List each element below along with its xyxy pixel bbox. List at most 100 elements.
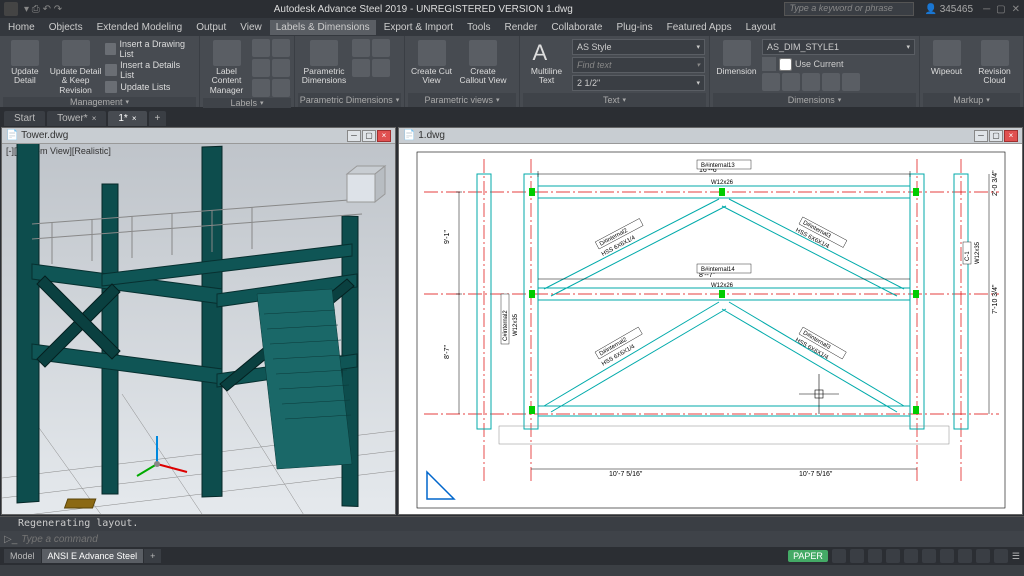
pane-minimize-icon[interactable]: ─: [974, 130, 988, 142]
update-lists[interactable]: Update Lists: [105, 81, 195, 93]
ribbon-tabs: Home Objects Extended Modeling Output Vi…: [0, 18, 1024, 36]
status-icon[interactable]: [904, 549, 918, 563]
label-icon[interactable]: [252, 59, 270, 77]
pane-minimize-icon[interactable]: ─: [347, 130, 361, 142]
command-history: Regenerating layout.: [0, 517, 1024, 531]
menu-layout[interactable]: Layout: [740, 20, 782, 35]
status-icon[interactable]: [832, 549, 846, 563]
svg-text:W12x26: W12x26: [711, 283, 734, 289]
wipeout-button[interactable]: Wipeout: [924, 39, 969, 77]
dim-icon[interactable]: [372, 59, 390, 77]
status-icon[interactable]: [976, 549, 990, 563]
viewport-2d[interactable]: 16'--6" 8'--7" 9'-1" 8'-7" 10'-7 5/16" 1…: [399, 144, 1022, 514]
label-icon[interactable]: [272, 59, 290, 77]
dim-tool-icon[interactable]: [762, 73, 780, 91]
create-cut-view-button[interactable]: Create Cut View: [409, 39, 454, 87]
multiline-text-button[interactable]: AMultiline Text: [524, 39, 569, 87]
doc-tab-start[interactable]: Start: [4, 111, 45, 126]
close-icon[interactable]: ✕: [1012, 4, 1020, 15]
menu-labels-dimensions[interactable]: Labels & Dimensions: [270, 20, 376, 35]
ribbon: Update Detail Update Detail & Keep Revis…: [0, 36, 1024, 108]
parametric-dimensions-button[interactable]: Parametric Dimensions: [299, 39, 349, 87]
signin[interactable]: 👤 345465: [924, 4, 973, 15]
command-input[interactable]: [21, 534, 1020, 545]
panel-parametric-dimensions[interactable]: Parametric Dimensions: [298, 93, 401, 107]
menu-view[interactable]: View: [234, 20, 268, 35]
new-tab-button[interactable]: +: [149, 111, 167, 126]
find-text-input[interactable]: Find text: [572, 57, 705, 73]
minimize-icon[interactable]: ─: [983, 4, 990, 15]
insert-drawing-list[interactable]: Insert a Drawing List: [105, 39, 195, 59]
menu-home[interactable]: Home: [2, 20, 41, 35]
revision-cloud-button[interactable]: Revision Cloud: [972, 39, 1017, 87]
use-current-checkbox[interactable]: [779, 58, 792, 71]
panel-markup[interactable]: Markup: [923, 93, 1020, 107]
status-icon[interactable]: [922, 549, 936, 563]
dimension-button[interactable]: Dimension: [714, 39, 759, 77]
pane-title-left: 📄 Tower.dwg: [6, 130, 68, 141]
text-height-dropdown[interactable]: 2 1/2": [572, 75, 705, 91]
menu-export-import[interactable]: Export & Import: [378, 20, 459, 35]
doc-tab-tower[interactable]: Tower*×: [47, 111, 106, 126]
status-bar: Model ANSI E Advance Steel + PAPER ☰: [0, 547, 1024, 565]
layout-tab-ansi[interactable]: ANSI E Advance Steel: [42, 549, 144, 563]
svg-text:7'-10 3/4": 7'-10 3/4": [992, 284, 999, 314]
pane-close-icon[interactable]: ×: [377, 130, 391, 142]
panel-labels[interactable]: Labels: [203, 98, 291, 108]
panel-dimensions[interactable]: Dimensions: [713, 93, 916, 107]
status-icon[interactable]: [850, 549, 864, 563]
dim-tool-icon[interactable]: [842, 73, 860, 91]
text-style-dropdown[interactable]: AS Style: [572, 39, 705, 55]
dim-tool-icon[interactable]: [802, 73, 820, 91]
pane-maximize-icon[interactable]: ▢: [362, 130, 376, 142]
menu-featured[interactable]: Featured Apps: [661, 20, 738, 35]
status-icon[interactable]: [940, 549, 954, 563]
insert-details-list[interactable]: Insert a Details List: [105, 60, 195, 80]
menu-output[interactable]: Output: [190, 20, 232, 35]
pane-2d: 📄 1.dwg ─▢×: [398, 127, 1023, 515]
menu-render[interactable]: Render: [499, 20, 544, 35]
viewport-3d[interactable]: [-][Custom View][Realistic]: [2, 144, 395, 514]
status-icon[interactable]: [886, 549, 900, 563]
dim-icon[interactable]: [352, 59, 370, 77]
status-icon[interactable]: [868, 549, 882, 563]
app-logo-icon[interactable]: [4, 2, 18, 16]
status-icon[interactable]: [994, 549, 1008, 563]
dim-tool-icon[interactable]: [822, 73, 840, 91]
dim-style-dropdown[interactable]: AS_DIM_STYLE1: [762, 39, 915, 55]
label-content-manager-button[interactable]: Label Content Manager: [204, 39, 249, 96]
workspace: 📄 Tower.dwg ─▢× [-][Custom View][Realist…: [0, 126, 1024, 516]
pane-close-icon[interactable]: ×: [1004, 130, 1018, 142]
paper-toggle[interactable]: PAPER: [788, 550, 828, 562]
layout-tab-add[interactable]: +: [144, 549, 161, 563]
menu-objects[interactable]: Objects: [43, 20, 89, 35]
status-icon[interactable]: [958, 549, 972, 563]
layout-tab-model[interactable]: Model: [4, 549, 41, 563]
menu-tools[interactable]: Tools: [461, 20, 496, 35]
status-menu-icon[interactable]: ☰: [1012, 551, 1020, 562]
update-keep-button[interactable]: Update Detail & Keep Revision: [49, 39, 103, 96]
svg-text:10'-7 5/16": 10'-7 5/16": [609, 471, 643, 478]
panel-management[interactable]: Management: [3, 97, 196, 107]
menu-extended[interactable]: Extended Modeling: [91, 20, 189, 35]
label-icon[interactable]: [272, 39, 290, 57]
help-search-input[interactable]: Type a keyword or phrase: [784, 2, 914, 16]
panel-text[interactable]: Text: [523, 93, 706, 107]
label-icon[interactable]: [252, 39, 270, 57]
label-icon[interactable]: [252, 79, 270, 97]
dim-icon[interactable]: [372, 39, 390, 57]
doc-tab-1[interactable]: 1*×: [108, 111, 146, 126]
label-icon[interactable]: [272, 79, 290, 97]
quick-access[interactable]: ▾ ⎙ ↶ ↷: [24, 4, 62, 15]
document-tabs: Start Tower*× 1*× +: [0, 108, 1024, 126]
pane-maximize-icon[interactable]: ▢: [989, 130, 1003, 142]
dim-tool-icon[interactable]: [782, 73, 800, 91]
menu-collaborate[interactable]: Collaborate: [545, 20, 608, 35]
dim-icon[interactable]: [352, 39, 370, 57]
update-detail-button[interactable]: Update Detail: [4, 39, 46, 87]
svg-text:W12x26: W12x26: [711, 180, 734, 186]
panel-parametric-views[interactable]: Parametric views: [408, 93, 516, 107]
menu-plugins[interactable]: Plug-ins: [610, 20, 658, 35]
maximize-icon[interactable]: ▢: [996, 4, 1005, 15]
create-callout-view-button[interactable]: Create Callout View: [457, 39, 509, 87]
